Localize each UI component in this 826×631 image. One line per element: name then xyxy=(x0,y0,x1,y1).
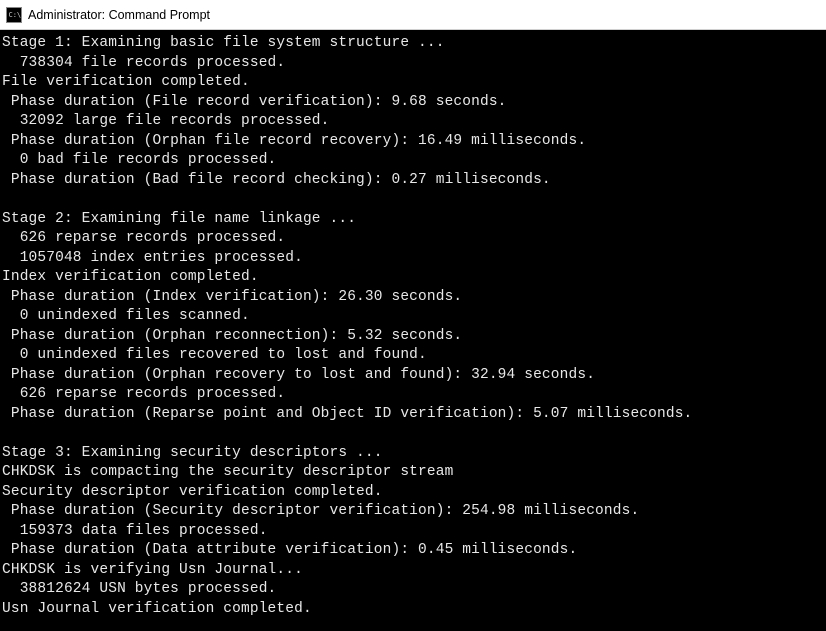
output-line: 0 unindexed files scanned. xyxy=(2,307,824,327)
output-line: File verification completed. xyxy=(2,73,824,93)
output-line: Phase duration (File record verification… xyxy=(2,93,824,113)
output-line: Phase duration (Index verification): 26.… xyxy=(2,288,824,308)
output-line: 32092 large file records processed. xyxy=(2,112,824,132)
output-line xyxy=(2,424,824,444)
output-line: 0 bad file records processed. xyxy=(2,151,824,171)
output-line: Phase duration (Reparse point and Object… xyxy=(2,405,824,425)
terminal-output[interactable]: Stage 1: Examining basic file system str… xyxy=(0,30,826,631)
output-line: Phase duration (Orphan recovery to lost … xyxy=(2,366,824,386)
output-line: 1057048 index entries processed. xyxy=(2,249,824,269)
output-line: Stage 2: Examining file name linkage ... xyxy=(2,210,824,230)
output-line: 626 reparse records processed. xyxy=(2,229,824,249)
output-line: CHKDSK is verifying Usn Journal... xyxy=(2,561,824,581)
output-line: 738304 file records processed. xyxy=(2,54,824,74)
output-line: CHKDSK is compacting the security descri… xyxy=(2,463,824,483)
window-title: Administrator: Command Prompt xyxy=(28,8,210,22)
output-line: 0 unindexed files recovered to lost and … xyxy=(2,346,824,366)
output-line: Phase duration (Orphan reconnection): 5.… xyxy=(2,327,824,347)
output-line: Index verification completed. xyxy=(2,268,824,288)
output-line: Stage 1: Examining basic file system str… xyxy=(2,34,824,54)
output-line: Security descriptor verification complet… xyxy=(2,483,824,503)
output-line: 626 reparse records processed. xyxy=(2,385,824,405)
title-bar[interactable]: C:\ Administrator: Command Prompt xyxy=(0,0,826,30)
svg-text:C:\: C:\ xyxy=(9,11,22,19)
output-line: Phase duration (Bad file record checking… xyxy=(2,171,824,191)
output-line xyxy=(2,190,824,210)
output-line: Phase duration (Data attribute verificat… xyxy=(2,541,824,561)
cmd-icon: C:\ xyxy=(6,7,22,23)
output-line: 159373 data files processed. xyxy=(2,522,824,542)
output-line: Usn Journal verification completed. xyxy=(2,600,824,620)
output-line: 38812624 USN bytes processed. xyxy=(2,580,824,600)
output-line: Phase duration (Security descriptor veri… xyxy=(2,502,824,522)
output-line: Phase duration (Orphan file record recov… xyxy=(2,132,824,152)
output-line: Stage 3: Examining security descriptors … xyxy=(2,444,824,464)
